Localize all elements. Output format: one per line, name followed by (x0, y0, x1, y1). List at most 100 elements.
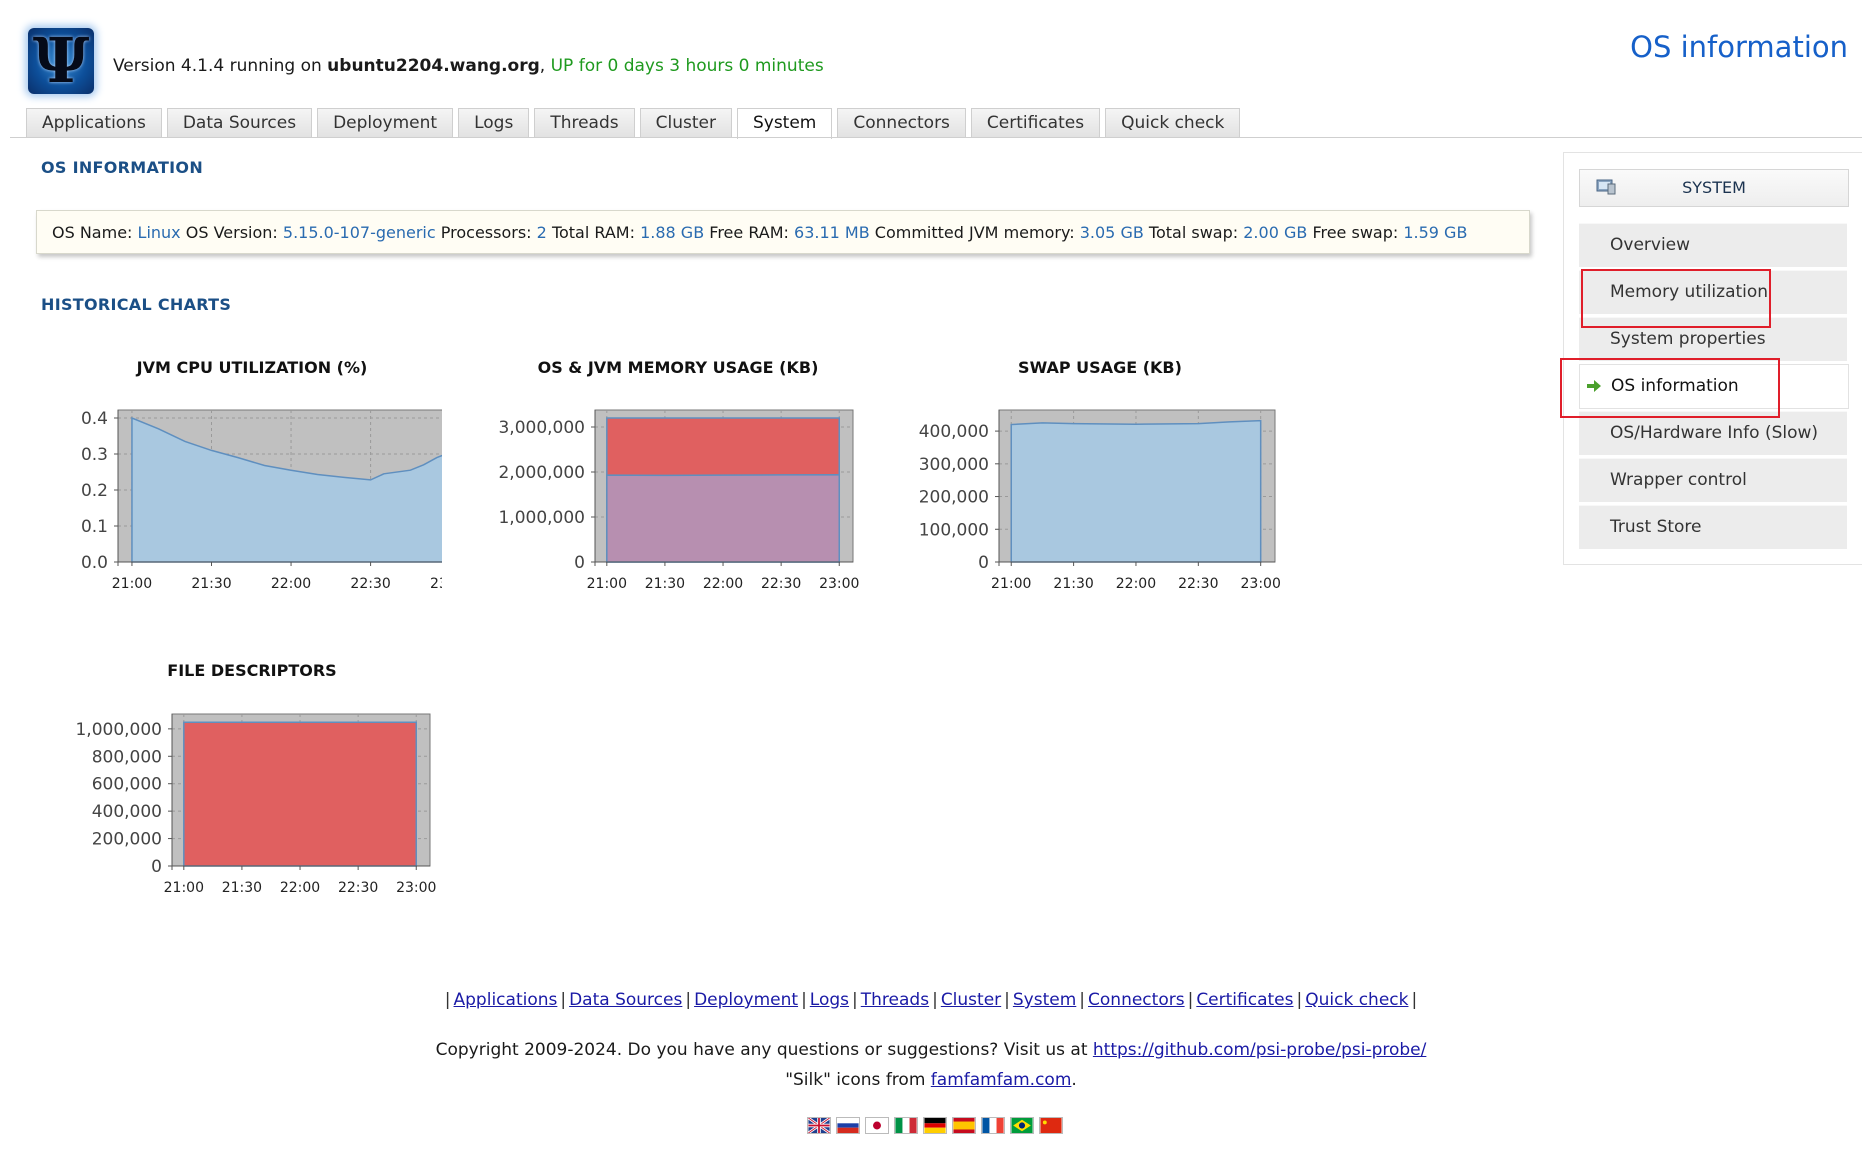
sidebar-item-trust-store[interactable]: Trust Store (1579, 505, 1847, 549)
total-swap-value: 2.00 GB (1243, 223, 1308, 242)
footer-link-deployment[interactable]: Deployment (691, 990, 801, 1010)
x-tick-label: 21:00 (587, 576, 627, 592)
y-tick-label: 800,000 (92, 747, 162, 767)
x-tick-label: 23:00 (819, 576, 859, 592)
y-tick-label: 2,000,000 (498, 463, 585, 483)
y-tick-label: 200,000 (92, 830, 162, 850)
y-tick-label: 1,000,000 (498, 508, 585, 528)
sidebar-item-wrapper-control[interactable]: Wrapper control (1579, 458, 1847, 502)
tab-threads[interactable]: Threads (534, 108, 635, 137)
cpu-utilization-chart: 0.0 0.1 0.2 0.3 0.4 21:00 21:30 22:00 22:30 23:00 (81, 409, 442, 592)
y-tick-label: 0.0 (81, 553, 108, 573)
y-tick-label: 1,000,000 (75, 720, 162, 740)
series-area (183, 721, 418, 867)
flag-brazil-icon[interactable] (1010, 1117, 1034, 1134)
flag-russia-icon[interactable] (836, 1117, 860, 1134)
committed-jvm-memory-value: 3.05 GB (1079, 223, 1144, 242)
psi-probe-logo: Ψ (28, 28, 94, 94)
y-tick-label: 0 (151, 857, 162, 877)
y-tick-label: 0.4 (81, 409, 108, 429)
os-version-value: 5.15.0-107-generic (282, 223, 436, 242)
y-tick-label: 0.3 (81, 445, 108, 465)
x-tick-label: 21:00 (991, 576, 1031, 592)
highlight-box-os-information (1560, 358, 1780, 418)
icons-credit-line: "Silk" icons from famfamfam.com. (785, 1070, 1077, 1090)
y-tick-label: 3,000,000 (498, 418, 585, 438)
swap-usage-chart: 0 100,000 200,000 300,000 400,000 21:00 21:30 2… (919, 409, 1281, 592)
tab-applications[interactable]: Applications (26, 108, 162, 137)
footer-link-threads[interactable]: Threads (858, 990, 932, 1010)
flag-japan-icon[interactable] (865, 1117, 889, 1134)
main-tabs: Applications Data Sources Deployment Log… (26, 108, 1241, 139)
x-tick-label: 22:30 (761, 576, 801, 592)
y-tick-label: 100,000 (919, 520, 989, 540)
file-descriptors-chart: 0 200,000 400,000 600,000 800,000 1,000,000 21… (75, 713, 436, 896)
y-tick-label: 0.2 (81, 481, 108, 501)
tab-data-sources[interactable]: Data Sources (166, 108, 313, 137)
x-tick-label: 21:30 (191, 576, 231, 592)
x-tick-label: 22:00 (271, 576, 311, 592)
version-text: Version 4.1.4 running on (113, 56, 328, 76)
x-tick-label: 23:00 (396, 880, 436, 896)
y-tick-label: 0 (574, 553, 585, 573)
copyright-text: Copyright 2009-2024. Do you have any que… (435, 1040, 1093, 1060)
flag-spain-icon[interactable] (952, 1117, 976, 1134)
memory-usage-chart: 0 1,000,000 2,000,000 3,000,000 21:00 21:30 22… (498, 409, 859, 592)
highlight-box-memory-utilization (1581, 269, 1771, 328)
flag-france-icon[interactable] (981, 1117, 1005, 1134)
x-tick-label: 21:30 (1053, 576, 1093, 592)
x-tick-label: 22:00 (280, 880, 320, 896)
x-tick-label: 23:00 (430, 576, 442, 592)
y-tick-label: 400,000 (92, 802, 162, 822)
footer-link-system[interactable]: System (1010, 990, 1079, 1010)
copyright-line: Copyright 2009-2024. Do you have any que… (0, 1040, 1862, 1060)
chart-title-swap: SWAP USAGE (KB) (1018, 358, 1182, 377)
x-tick-label: 21:30 (645, 576, 685, 592)
footer-link-data-sources[interactable]: Data Sources (566, 990, 685, 1010)
x-tick-label: 22:30 (350, 576, 390, 592)
historical-charts-heading: HISTORICAL CHARTS (41, 295, 232, 314)
tab-system[interactable]: System (736, 108, 833, 139)
y-tick-label: 300,000 (919, 455, 989, 475)
x-tick-label: 21:30 (222, 880, 262, 896)
tab-divider (10, 137, 1862, 138)
chart-title-file-descriptors: FILE DESCRIPTORS (167, 661, 337, 680)
tab-certificates[interactable]: Certificates (970, 108, 1101, 137)
footer-navigation: | Applications | Data Sources | Deployment | Lo… (444, 990, 1418, 1010)
x-tick-label: 21:00 (164, 880, 204, 896)
os-info-box: OS Name: Linux OS Version: 5.15.0-107-ge… (36, 210, 1530, 254)
language-flags (807, 1117, 1063, 1134)
flag-uk-icon[interactable] (807, 1117, 831, 1134)
footer-link-certificates[interactable]: Certificates (1193, 990, 1296, 1010)
flag-italy-icon[interactable] (894, 1117, 918, 1134)
hostname: ubuntu2204.wang.org (327, 56, 540, 76)
chart-title-cpu: JVM CPU UTILIZATION (%) (136, 358, 368, 377)
footer-link-connectors[interactable]: Connectors (1085, 990, 1188, 1010)
tab-logs[interactable]: Logs (458, 108, 530, 137)
page-title: OS information (1630, 30, 1848, 64)
version-status-line: Version 4.1.4 running on ubuntu2204.wang… (113, 56, 824, 76)
x-tick-label: 22:00 (703, 576, 743, 592)
free-ram-value: 63.11 MB (794, 223, 870, 242)
y-tick-label: 0 (978, 553, 989, 573)
free-swap-value: 1.59 GB (1403, 223, 1468, 242)
x-tick-label: 22:30 (1178, 576, 1218, 592)
sidebar-item-overview[interactable]: Overview (1579, 223, 1847, 267)
footer-link-cluster[interactable]: Cluster (938, 990, 1004, 1010)
github-link[interactable]: https://github.com/psi-probe/psi-probe/ (1093, 1040, 1426, 1060)
y-tick-label: 600,000 (92, 775, 162, 795)
flag-china-icon[interactable] (1039, 1117, 1063, 1134)
tab-cluster[interactable]: Cluster (639, 108, 732, 137)
footer-link-logs[interactable]: Logs (807, 990, 852, 1010)
footer-link-applications[interactable]: Applications (451, 990, 561, 1010)
os-name-value: Linux (137, 223, 181, 242)
tab-quick-check[interactable]: Quick check (1105, 108, 1241, 137)
flag-germany-icon[interactable] (923, 1117, 947, 1134)
x-tick-label: 22:30 (338, 880, 378, 896)
tab-deployment[interactable]: Deployment (317, 108, 454, 137)
famfamfam-link[interactable]: famfamfam.com (931, 1070, 1072, 1090)
x-tick-label: 21:00 (112, 576, 152, 592)
footer-link-quick-check[interactable]: Quick check (1302, 990, 1411, 1010)
tab-connectors[interactable]: Connectors (837, 108, 966, 137)
system-panel-title: SYSTEM (1682, 178, 1746, 197)
